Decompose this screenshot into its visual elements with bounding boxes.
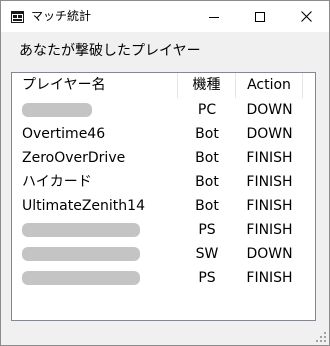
player-name-cell: Overtime46 [22,126,106,142]
column-header-player-name[interactable]: プレイヤー名 [12,73,178,98]
platform-cell: Bot [195,126,219,142]
action-cell: DOWN [246,102,293,118]
platform-cell: PS [198,222,216,238]
defeated-players-list[interactable]: プレイヤー名 機種 Action PC DOWN Overtime46 Bot DOWN… [11,72,316,321]
list-header: プレイヤー名 機種 Action [12,73,315,98]
table-row[interactable]: PS FINISH [12,266,315,290]
action-cell: FINISH [246,198,293,214]
table-row[interactable]: SW DOWN [12,242,315,266]
redaction-mask [22,103,92,117]
redaction-mask [22,223,140,237]
player-name-cell: ZeroOverDrive [22,150,126,166]
action-cell: FINISH [246,222,293,238]
maximize-button[interactable] [237,1,283,32]
table-row[interactable]: UltimateZenith14 Bot FINISH [12,194,315,218]
action-cell: FINISH [246,270,293,286]
maximize-icon [255,11,265,22]
minimize-icon [209,16,219,18]
redaction-mask [22,271,140,285]
close-icon [300,11,312,22]
client-area: あなたが撃破したプレイヤー プレイヤー名 機種 Action PC DOWN Ove… [1,32,329,345]
redaction-mask [22,247,140,261]
platform-cell: PS [198,270,216,286]
platform-cell: SW [195,246,219,262]
platform-cell: PC [197,102,217,118]
redacted-player-name [22,98,178,122]
table-row[interactable]: PC DOWN [12,98,315,122]
table-row[interactable]: ハイカード Bot FINISH [12,170,315,194]
action-cell: FINISH [246,174,293,190]
action-cell: DOWN [246,126,293,142]
action-cell: DOWN [246,246,293,262]
app-icon [11,11,24,23]
player-name-cell: UltimateZenith14 [22,198,145,214]
action-cell: FINISH [246,150,293,166]
resize-grip-icon[interactable] [315,331,327,343]
defeated-players-label: あなたが撃破したプレイヤー [19,43,201,59]
platform-cell: Bot [195,150,219,166]
redacted-player-name [22,266,178,290]
title-bar[interactable]: マッチ統計 [1,1,329,32]
player-name-cell: ハイカード [22,174,92,190]
close-button[interactable] [283,1,329,32]
window-title: マッチ統計 [31,9,92,23]
minimize-button[interactable] [191,1,237,32]
stats-window: マッチ統計 あなたが撃破したプレイヤー プレイヤー名 機種 Action PC … [0,0,330,346]
table-row[interactable]: Overtime46 Bot DOWN [12,122,315,146]
platform-cell: Bot [195,174,219,190]
redacted-player-name [22,242,178,266]
column-header-action[interactable]: Action [236,73,303,98]
column-header-platform[interactable]: 機種 [178,73,236,98]
table-row[interactable]: ZeroOverDrive Bot FINISH [12,146,315,170]
redacted-player-name [22,218,178,242]
platform-cell: Bot [195,198,219,214]
table-row[interactable]: PS FINISH [12,218,315,242]
